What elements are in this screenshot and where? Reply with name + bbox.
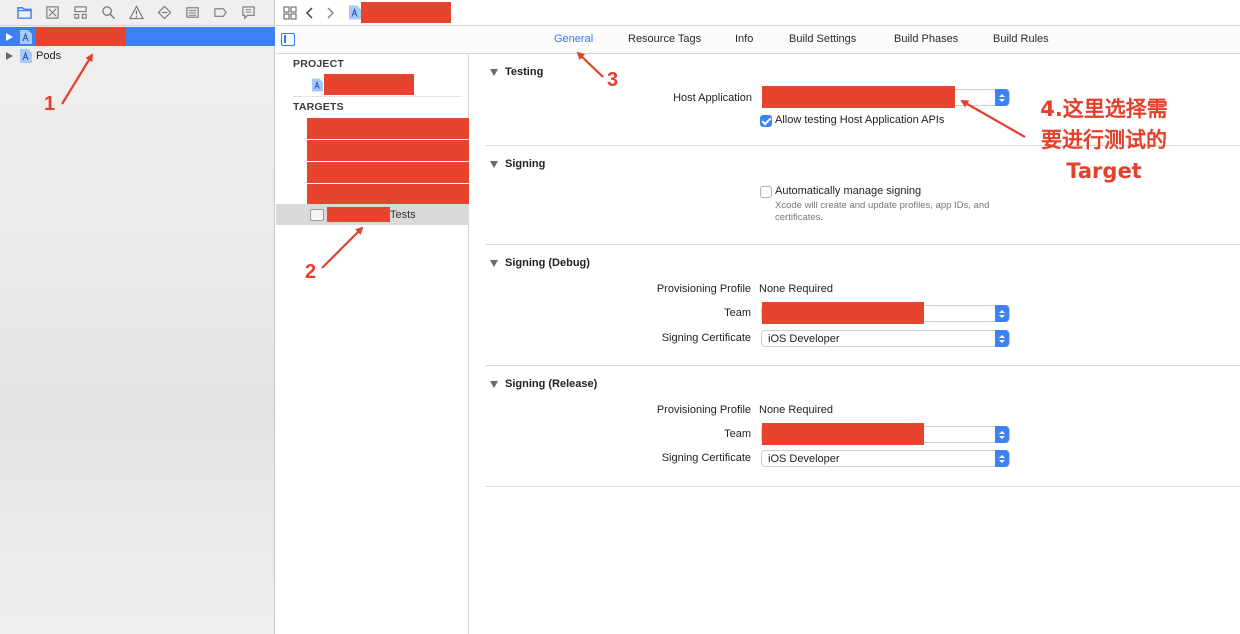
search-icon[interactable] — [94, 0, 122, 26]
auto-manage-signing-label: Automatically manage signing — [775, 185, 922, 197]
project-navigator: Pods — [0, 0, 275, 634]
redacted-host-application — [762, 86, 955, 108]
tab-build-phases[interactable]: Build Phases — [894, 33, 958, 45]
source-control-icon[interactable] — [38, 0, 66, 26]
project-targets-list: PROJECT TARGETS Tests — [276, 54, 469, 634]
section-divider — [486, 244, 1240, 245]
disclosure-triangle-icon[interactable] — [490, 68, 498, 76]
section-title: Signing (Release) — [505, 378, 598, 390]
signing-certificate-label: Signing Certificate — [661, 452, 751, 464]
disclosure-triangle-icon[interactable] — [490, 259, 498, 267]
navigator-item-pods[interactable]: Pods — [0, 46, 275, 65]
project-file-icon — [311, 78, 323, 91]
allow-testing-checkbox[interactable] — [760, 115, 772, 127]
target-row-redacted[interactable] — [307, 118, 469, 139]
popup-stepper-icon — [995, 450, 1009, 467]
section-signing-debug[interactable]: Signing (Debug) — [490, 257, 590, 269]
navigator-item-project[interactable] — [0, 27, 275, 46]
test-bundle-icon — [310, 208, 324, 221]
section-testing[interactable]: Testing — [490, 66, 543, 78]
auto-manage-signing-hint: Xcode will create and update profiles, a… — [775, 200, 990, 223]
debug-icon[interactable] — [178, 0, 206, 26]
report-icon[interactable] — [234, 0, 262, 26]
annotation-note-4: 4.这里选择需 要进行测试的 Target — [1026, 94, 1182, 187]
redacted-team — [762, 302, 924, 324]
annotation-number-2: 2 — [305, 261, 317, 283]
redacted-team — [762, 423, 924, 445]
tab-build-rules[interactable]: Build Rules — [993, 33, 1049, 45]
popup-stepper-icon — [995, 89, 1009, 106]
project-row[interactable] — [276, 74, 469, 95]
section-title: Signing — [505, 158, 546, 170]
show-targets-panel-icon[interactable] — [281, 33, 295, 46]
team-label: Team — [724, 307, 751, 319]
navigator-toolbar — [0, 0, 275, 26]
popup-stepper-icon — [995, 426, 1009, 443]
disclosure-triangle-icon[interactable] — [6, 32, 13, 41]
popup-stepper-icon — [995, 305, 1009, 322]
tab-info[interactable]: Info — [735, 33, 753, 45]
tab-build-settings[interactable]: Build Settings — [789, 33, 856, 45]
section-divider — [486, 486, 1240, 487]
related-items-icon[interactable] — [280, 0, 300, 26]
disclosure-triangle-icon[interactable] — [490, 160, 498, 168]
auto-manage-signing-checkbox[interactable] — [760, 186, 772, 198]
section-divider — [486, 365, 1240, 366]
project-file-icon — [20, 48, 32, 63]
section-title: Signing (Debug) — [505, 257, 590, 269]
tab-resource-tags[interactable]: Resource Tags — [628, 33, 701, 45]
project-file-icon — [349, 5, 361, 20]
signing-certificate-label: Signing Certificate — [661, 332, 751, 344]
targets-header: TARGETS — [293, 101, 344, 113]
team-popup[interactable] — [761, 302, 1010, 324]
section-title: Testing — [505, 66, 544, 78]
team-popup[interactable] — [761, 423, 1010, 445]
symbol-icon[interactable] — [66, 0, 94, 26]
disclosure-triangle-icon[interactable] — [490, 380, 498, 388]
test-icon[interactable] — [150, 0, 178, 26]
warning-icon[interactable] — [122, 0, 150, 26]
editor-tab-bar: General Resource Tags Info Build Setting… — [276, 27, 1240, 54]
breakpoint-icon[interactable] — [206, 0, 234, 26]
provisioning-profile-value: None Required — [759, 283, 833, 295]
target-row-redacted[interactable] — [307, 162, 469, 183]
folder-icon[interactable] — [10, 0, 38, 26]
redacted-target-name — [327, 207, 390, 222]
popup-stepper-icon — [995, 330, 1009, 347]
target-suffix-label: Tests — [390, 208, 416, 221]
back-icon[interactable] — [300, 0, 320, 26]
editor-jump-bar — [276, 0, 1240, 26]
provisioning-profile-label: Provisioning Profile — [656, 404, 751, 416]
redacted-breadcrumb[interactable] — [361, 2, 451, 23]
project-header: PROJECT — [293, 58, 344, 70]
annotation-note-line: Target — [1066, 159, 1142, 183]
signing-certificate-value: iOS Developer — [768, 452, 840, 465]
target-row-redacted[interactable] — [307, 140, 469, 161]
annotation-note-line: 4.这里选择需 — [1040, 97, 1168, 121]
signing-certificate-popup[interactable]: iOS Developer — [761, 330, 1010, 347]
divider — [293, 96, 461, 97]
section-signing[interactable]: Signing — [490, 158, 545, 170]
provisioning-profile-value: None Required — [759, 404, 833, 416]
team-label: Team — [724, 428, 751, 440]
target-row-tests[interactable]: Tests — [276, 204, 469, 225]
annotation-number-3: 3 — [607, 69, 619, 91]
host-application-label: Host Application — [673, 92, 752, 104]
signing-certificate-value: iOS Developer — [768, 332, 840, 345]
redacted-project-name — [36, 27, 126, 46]
disclosure-triangle-icon[interactable] — [6, 51, 13, 60]
annotation-number-1: 1 — [44, 93, 56, 115]
project-file-icon — [20, 29, 32, 44]
allow-testing-label: Allow testing Host Application APIs — [775, 114, 945, 126]
redacted-project-name — [324, 74, 414, 95]
forward-icon[interactable] — [320, 0, 340, 26]
signing-certificate-popup[interactable]: iOS Developer — [761, 450, 1010, 467]
tab-general[interactable]: General — [554, 33, 593, 45]
provisioning-profile-label: Provisioning Profile — [656, 283, 751, 295]
annotation-note-line: 要进行测试的 — [1041, 128, 1167, 152]
navigator-item-label: Pods — [36, 49, 62, 62]
target-row-redacted[interactable] — [307, 184, 469, 205]
section-signing-release[interactable]: Signing (Release) — [490, 378, 597, 390]
host-application-popup[interactable] — [762, 86, 1010, 108]
